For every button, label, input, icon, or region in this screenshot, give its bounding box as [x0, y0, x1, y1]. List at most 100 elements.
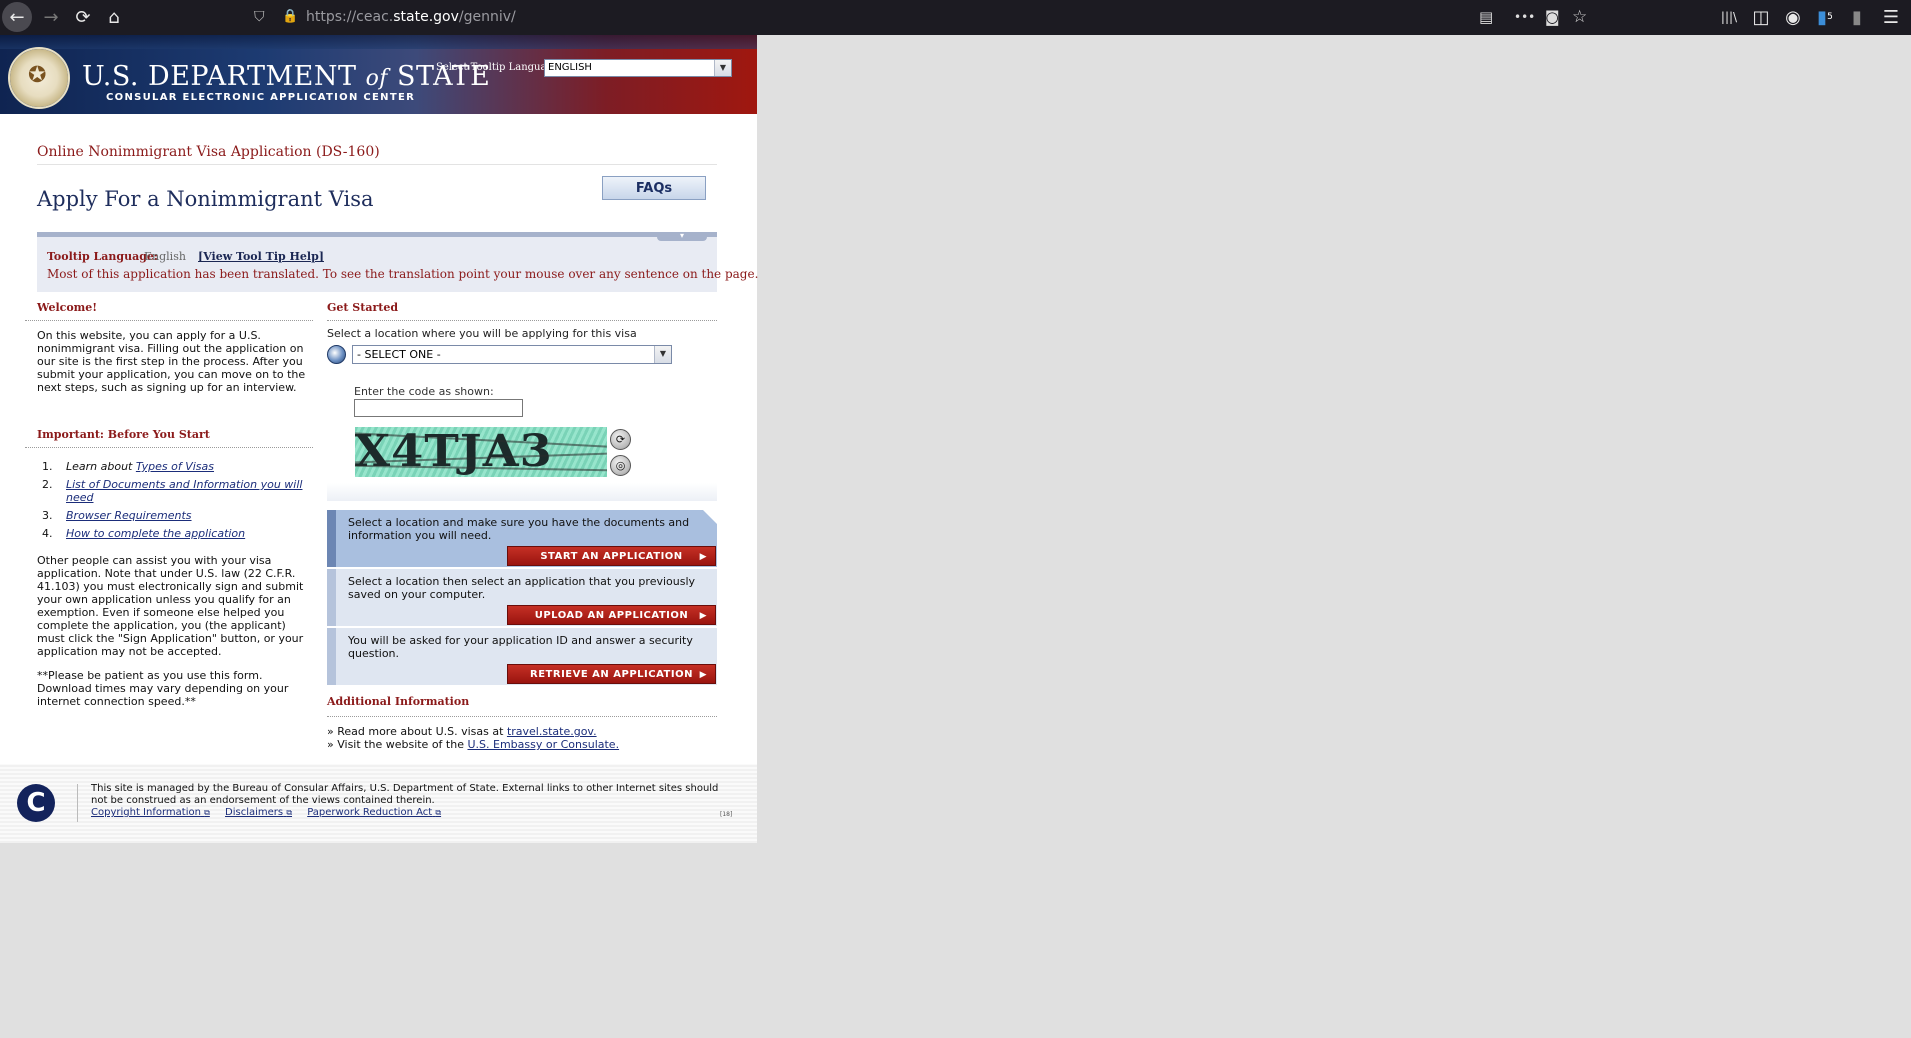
- lock-icon[interactable]: 🔒: [282, 2, 298, 32]
- password-manager-icon[interactable]: ▮ 5: [1810, 3, 1840, 31]
- embassy-consulate-link[interactable]: U.S. Embassy or Consulate.: [467, 738, 619, 751]
- footer-links: Copyright Information ⧉ Disclaimers ⧉ Pa…: [91, 807, 453, 818]
- back-button[interactable]: ←: [2, 2, 32, 32]
- tracking-shield-icon[interactable]: ⛉: [254, 2, 265, 32]
- patience-note: **Please be patient as you use this form…: [37, 669, 289, 708]
- divider: [37, 164, 717, 165]
- retrieve-application-block: You will be asked for your application I…: [327, 628, 717, 685]
- footer: C This site is managed by the Bureau of …: [0, 764, 757, 843]
- faqs-button[interactable]: FAQs: [602, 176, 706, 200]
- panel-collapse-tab[interactable]: ▾: [657, 232, 707, 241]
- welcome-heading: Welcome!: [37, 301, 98, 314]
- version-tag: [18]: [720, 811, 733, 818]
- upload-application-description: Select a location then select an applica…: [348, 575, 696, 601]
- paperwork-reduction-link[interactable]: Paperwork Reduction Act ⧉: [307, 807, 441, 818]
- web-page: ✪ U.S. DEPARTMENT of STATE CONSULAR ELEC…: [0, 35, 758, 843]
- library-icon[interactable]: |||\: [1714, 3, 1744, 31]
- documents-list-link[interactable]: List of Documents and Information you wi…: [66, 478, 302, 504]
- forward-button[interactable]: →: [36, 3, 66, 31]
- location-label: Select a location where you will be appl…: [327, 327, 637, 340]
- disclaimers-link[interactable]: Disclaimers ⧉: [225, 807, 292, 818]
- upload-application-button[interactable]: UPLOAD AN APPLICATION ▶: [507, 605, 716, 625]
- additional-info-list: » Read more about U.S. visas at travel.s…: [327, 725, 619, 751]
- browser-toolbar: ← → ⟳ ⌂ ⛉ 🔒 https://ceac.state.gov/genni…: [0, 0, 1911, 35]
- start-application-block: Select a location and make sure you have…: [327, 510, 717, 567]
- audio-icon: ◎: [615, 459, 626, 472]
- start-application-button[interactable]: START AN APPLICATION ▶: [507, 546, 716, 566]
- tooltip-language-panel: ▾ Tooltip Language: English [View Tool T…: [37, 232, 758, 292]
- divider: [25, 320, 313, 321]
- tooltip-language-value: English: [144, 250, 186, 263]
- retrieve-application-description: You will be asked for your application I…: [348, 634, 693, 660]
- extension-badge: 5: [1827, 12, 1833, 22]
- tooltip-language-title: Tooltip Language:: [47, 250, 158, 263]
- additional-info-heading: Additional Information: [327, 695, 470, 708]
- ceac-logo: C: [17, 784, 55, 822]
- chevron-down-icon: ▼: [714, 60, 731, 76]
- upload-application-block: Select a location then select an applica…: [327, 569, 717, 626]
- pocket-icon[interactable]: ◙: [1545, 2, 1560, 32]
- tooltip-language-label: Select Tooltip Language: [436, 62, 559, 73]
- home-icon: ⌂: [108, 6, 120, 28]
- important-heading: Important: Before You Start: [37, 428, 210, 441]
- bookmark-star-icon[interactable]: ☆: [1572, 2, 1587, 32]
- retrieve-application-button[interactable]: RETRIEVE AN APPLICATION ▶: [507, 664, 716, 684]
- account-icon[interactable]: ◉: [1778, 3, 1808, 31]
- reader-view-icon[interactable]: ▤: [1479, 2, 1493, 32]
- state-department-seal: ✪: [8, 47, 70, 109]
- instructions-list: 1. Learn about Types of Visas 2. List of D…: [37, 460, 317, 545]
- footer-disclaimer: This site is managed by the Bureau of Co…: [91, 783, 719, 806]
- tooltip-language-select[interactable]: ENGLISH ▼: [544, 59, 732, 77]
- copyright-link[interactable]: Copyright Information ⧉: [91, 807, 210, 818]
- list-item: » Read more about U.S. visas at travel.s…: [327, 725, 597, 738]
- list-item: 4. How to complete the application: [42, 527, 246, 540]
- arrow-right-icon: ▶: [699, 670, 707, 680]
- location-select[interactable]: - SELECT ONE - ▼: [352, 345, 672, 364]
- list-item: » Visit the website of the U.S. Embassy …: [327, 738, 620, 751]
- divider: [327, 320, 717, 321]
- assist-text: Other people can assist you with your vi…: [37, 554, 304, 658]
- department-title: U.S. DEPARTMENT of STATE: [82, 61, 491, 92]
- application-subtitle: Online Nonimmigrant Visa Application (DS…: [37, 144, 380, 160]
- back-arrow-icon: ←: [9, 6, 25, 28]
- list-item: 3. Browser Requirements: [42, 509, 192, 522]
- captcha-image: X4TJA3: [355, 427, 607, 477]
- refresh-captcha-button[interactable]: ⟳: [610, 429, 631, 450]
- home-button[interactable]: ⌂: [99, 3, 129, 31]
- reload-button[interactable]: ⟳: [68, 3, 98, 31]
- welcome-text: On this website, you can apply for a U.S…: [37, 329, 306, 394]
- forward-arrow-icon: →: [43, 6, 59, 28]
- department-subtitle: CONSULAR ELECTRONIC APPLICATION CENTER: [106, 92, 416, 103]
- divider: [77, 784, 78, 822]
- external-link-icon: ⧉: [286, 808, 293, 817]
- audio-captcha-button[interactable]: ◎: [610, 455, 631, 476]
- arrow-right-icon: ▶: [699, 611, 707, 621]
- external-link-icon: ⧉: [435, 808, 442, 817]
- divider: [25, 447, 313, 448]
- travel-state-gov-link[interactable]: travel.state.gov.: [507, 725, 597, 738]
- list-item: 2. List of Documents and Information you …: [42, 478, 303, 504]
- app-menu-icon[interactable]: ☰: [1876, 3, 1906, 31]
- how-to-complete-link[interactable]: How to complete the application: [66, 527, 245, 540]
- list-item: 1. Learn about Types of Visas: [42, 460, 215, 473]
- refresh-icon: ⟳: [615, 433, 626, 446]
- sidebar-icon[interactable]: ◫: [1746, 3, 1776, 31]
- captcha-input[interactable]: [354, 399, 523, 417]
- translation-note: Most of this application has been transl…: [47, 267, 759, 281]
- reload-icon: ⟳: [75, 6, 91, 28]
- globe-icon: [327, 345, 346, 364]
- url-text[interactable]: https://ceac.state.gov/genniv/: [306, 2, 516, 32]
- page-actions-icon[interactable]: •••: [1514, 2, 1535, 32]
- browser-requirements-link[interactable]: Browser Requirements: [66, 509, 192, 522]
- types-of-visas-link[interactable]: Types of Visas: [136, 460, 214, 473]
- extension-icon[interactable]: ▮: [1842, 3, 1872, 31]
- captcha-label: Enter the code as shown:: [354, 385, 494, 398]
- external-link-icon: ⧉: [204, 808, 210, 817]
- view-tooltip-help-link[interactable]: [View Tool Tip Help]: [198, 250, 324, 263]
- address-bar[interactable]: ⛉ 🔒 https://ceac.state.gov/genniv/ ▤ •••…: [246, 2, 1595, 32]
- start-application-description: Select a location and make sure you have…: [348, 516, 690, 542]
- get-started-heading: Get Started: [327, 301, 399, 314]
- header-banner: ✪ U.S. DEPARTMENT of STATE CONSULAR ELEC…: [0, 35, 757, 114]
- eagle-icon: ✪: [28, 63, 47, 88]
- page-title: Apply For a Nonimmigrant Visa: [37, 187, 374, 211]
